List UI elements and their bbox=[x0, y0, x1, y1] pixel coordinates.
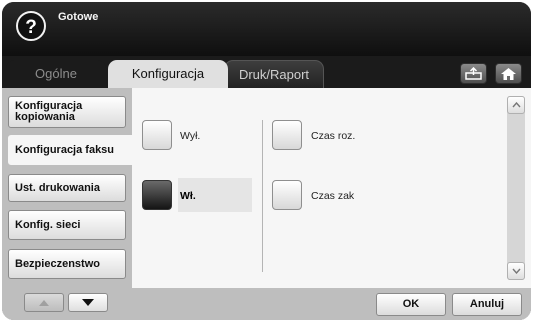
scrollbar-track[interactable] bbox=[507, 96, 525, 280]
help-icon[interactable]: ? bbox=[16, 11, 46, 41]
sidebar-item-network-config[interactable]: Konfig. sieci bbox=[8, 210, 126, 240]
option-divider bbox=[262, 120, 263, 272]
option-start-time-label: Czas roz. bbox=[311, 130, 356, 142]
ok-button[interactable]: OK bbox=[376, 293, 446, 316]
home-icon[interactable] bbox=[495, 63, 522, 84]
option-on-label: Wł. bbox=[180, 190, 196, 202]
chevron-up-icon bbox=[511, 102, 521, 108]
sidebar-scroll-up-button[interactable] bbox=[24, 293, 64, 312]
option-end-time-checkbox[interactable] bbox=[272, 180, 302, 210]
cancel-button[interactable]: Anuluj bbox=[452, 293, 522, 316]
option-on-checkbox[interactable] bbox=[142, 180, 172, 210]
scroll-down-button[interactable] bbox=[507, 262, 525, 280]
sidebar-item-fax-config[interactable]: Konfiguracja faksu bbox=[8, 135, 134, 165]
sidebar-scroll-down-button[interactable] bbox=[68, 293, 108, 312]
chevron-down-icon bbox=[511, 268, 521, 274]
option-off-label: Wył. bbox=[180, 130, 201, 142]
sidebar-item-copy-config[interactable]: Konfiguracja kopiowania bbox=[8, 96, 126, 128]
device-screen: ? Gotowe Ogólne Druk/Raport Konfiguracja… bbox=[2, 2, 531, 320]
tab-general[interactable]: Ogólne bbox=[6, 60, 106, 88]
fax-options-panel: Wył. Wł. Czas roz. Czas zak bbox=[132, 88, 499, 288]
arrow-up-icon bbox=[39, 299, 49, 306]
status-text: Gotowe bbox=[58, 11, 99, 23]
option-off-checkbox[interactable] bbox=[142, 120, 172, 150]
tab-bar: Ogólne Druk/Raport Konfiguracja bbox=[2, 56, 531, 88]
tab-print-report[interactable]: Druk/Raport bbox=[224, 60, 324, 88]
sidebar: Konfiguracja kopiowania Konfiguracja fak… bbox=[2, 88, 134, 320]
arrow-down-icon bbox=[82, 299, 94, 306]
sidebar-item-security[interactable]: Bezpieczenstwo bbox=[8, 249, 126, 279]
content-area: Konfiguracja kopiowania Konfiguracja fak… bbox=[2, 88, 531, 320]
option-end-time-label: Czas zak bbox=[311, 190, 355, 202]
option-start-time-checkbox[interactable] bbox=[272, 120, 302, 150]
title-bar: ? Gotowe bbox=[2, 2, 531, 56]
scroll-up-button[interactable] bbox=[507, 96, 525, 114]
tab-configuration[interactable]: Konfiguracja bbox=[108, 60, 228, 88]
tray-icon[interactable] bbox=[460, 63, 487, 84]
action-bar: OK Anuluj bbox=[132, 288, 531, 320]
scrollbar[interactable] bbox=[499, 88, 531, 288]
sidebar-item-print-settings[interactable]: Ust. drukowania bbox=[8, 174, 126, 202]
